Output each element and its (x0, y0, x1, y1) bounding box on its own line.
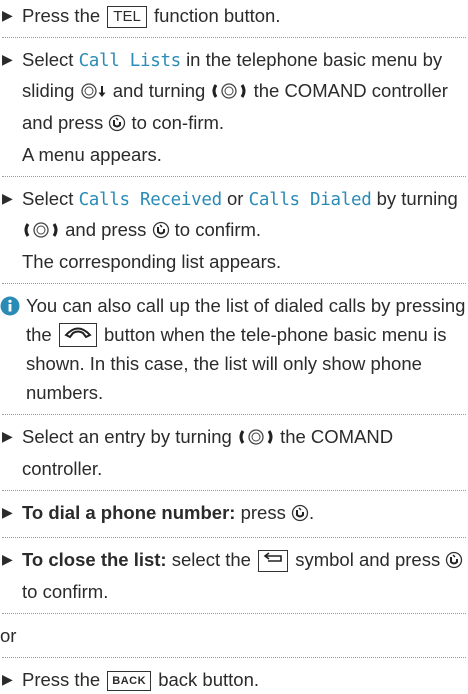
step-close-list: ▶ To close the list: select the symbol a… (0, 545, 468, 606)
triangle-bullet-icon: ▶ (2, 7, 13, 23)
step5-post: press (240, 502, 286, 523)
controller-press-icon (291, 501, 309, 530)
back-arrow-icon (263, 552, 282, 562)
triangle-bullet-icon: ▶ (2, 51, 13, 67)
tel-button: TEL (107, 6, 147, 28)
controller-turn-icon (22, 218, 60, 247)
controller-turn-icon (210, 79, 248, 108)
menu-item-calls-received: Calls Received (78, 190, 223, 210)
info-note: You can also call up the list of dialed … (0, 291, 468, 407)
step5-bold: To dial a phone number: (22, 502, 236, 523)
step3-pre: Select (22, 188, 74, 209)
menu-item-calls-dialed: Calls Dialed (248, 190, 372, 210)
step1-pre: Press the (22, 5, 101, 26)
separator (2, 283, 466, 284)
back-symbol-box (258, 550, 289, 572)
separator (2, 37, 466, 38)
step6-mid2: symbol and press (295, 549, 441, 570)
controller-turn-icon (237, 425, 275, 454)
step3-or: or (227, 188, 244, 209)
info-icon (0, 295, 20, 324)
menu-item-call-lists: Call Lists (78, 51, 182, 71)
controller-press-icon (152, 218, 170, 247)
separator (2, 414, 466, 415)
separator (2, 537, 466, 538)
manual-page: ▶ Press the TEL function button. ▶ Selec… (0, 0, 468, 694)
separator (2, 490, 466, 491)
triangle-bullet-icon: ▶ (2, 428, 13, 444)
phone-handset-icon (64, 327, 92, 339)
step-select-list: ▶ Select Calls Received or Calls Dialed … (0, 184, 468, 247)
step7-post: back button. (158, 669, 260, 690)
step2-mid2: and turning (112, 80, 206, 101)
controller-slide-down-icon (80, 79, 108, 108)
triangle-bullet-icon: ▶ (2, 190, 13, 206)
or-line: or (0, 625, 17, 646)
step3-mid: by turning (376, 188, 458, 209)
back-button: BACK (107, 671, 152, 691)
step6-bold: To close the list: (22, 549, 167, 570)
step3-mid2: and press (65, 219, 147, 240)
step-select-call-lists: ▶ Select Call Lists in the telephone bas… (0, 45, 468, 140)
phone-button (58, 323, 97, 347)
controller-press-icon (108, 111, 126, 140)
step4-pre: Select an entry by turning (22, 426, 232, 447)
step7-pre: Press the (22, 669, 101, 690)
step-press-tel: ▶ Press the TEL function button. (0, 1, 468, 30)
step2-result: A menu appears. (22, 144, 162, 165)
step-press-back: ▶ Press the BACK back button. (0, 665, 468, 694)
step-select-entry: ▶ Select an entry by turning the COMAND … (0, 422, 468, 483)
step6-post: to confirm. (22, 581, 109, 602)
separator (2, 657, 466, 658)
separator (2, 176, 466, 177)
step2-pre: Select (22, 49, 74, 70)
controller-press-icon (445, 548, 463, 577)
triangle-bullet-icon: ▶ (2, 551, 13, 567)
step-dial-number: ▶ To dial a phone number: press . (0, 498, 468, 530)
step3-post: to confirm. (174, 219, 262, 240)
step6-mid: select the (171, 549, 251, 570)
separator (2, 613, 466, 614)
step1-post: function button. (153, 5, 281, 26)
step2-post: to con-firm. (131, 112, 225, 133)
step3-result: The corresponding list appears. (22, 251, 282, 272)
triangle-bullet-icon: ▶ (2, 504, 13, 520)
triangle-bullet-icon: ▶ (2, 671, 13, 687)
